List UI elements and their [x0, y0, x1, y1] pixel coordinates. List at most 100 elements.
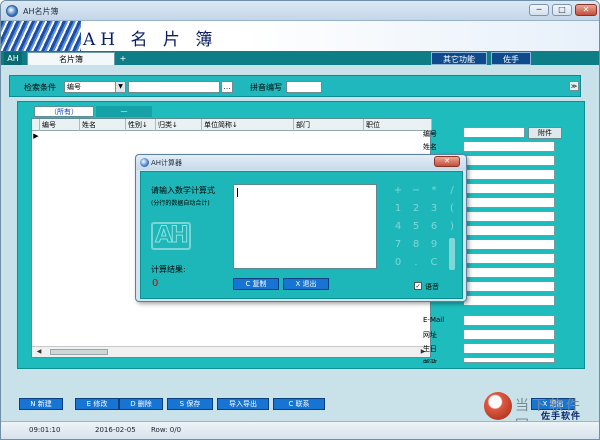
add-tab-button[interactable]: +	[117, 52, 129, 65]
status-date: 2016-02-05	[95, 426, 136, 434]
watermark-logo-icon	[484, 392, 512, 420]
detail-input[interactable]	[463, 281, 555, 292]
tab-cardbook[interactable]: 名片簿	[27, 52, 115, 65]
key-minus[interactable]: −	[407, 184, 425, 198]
key-6[interactable]: 6	[425, 220, 443, 234]
detail-input[interactable]	[463, 183, 555, 194]
search-browse-button[interactable]: …	[221, 81, 233, 93]
tab-other[interactable]: —	[96, 106, 152, 117]
voice-checkbox[interactable]: ✓	[414, 282, 422, 290]
search-field-value: 编号	[67, 83, 81, 91]
field-label-postcode: 邮政	[423, 359, 437, 363]
expand-chevron-icon[interactable]: ≫	[569, 81, 579, 91]
key-close-paren[interactable]: )	[443, 220, 461, 234]
number-input[interactable]	[463, 127, 525, 138]
calculator-prompt: 请输入数学计算式	[151, 186, 215, 195]
column-header[interactable]: 归类↓	[156, 119, 202, 131]
key-equals[interactable]	[449, 238, 455, 270]
postcode-input[interactable]	[463, 357, 555, 363]
row-indicator-icon: ▶	[33, 132, 39, 140]
detail-input[interactable]	[463, 253, 555, 264]
key-3[interactable]: 3	[425, 202, 443, 216]
key-open-paren[interactable]: (	[443, 202, 461, 216]
tab-all[interactable]: （所有）	[34, 106, 94, 117]
key-clear[interactable]: C	[425, 256, 443, 270]
close-button[interactable]: ✕	[575, 4, 597, 16]
detail-input[interactable]	[463, 197, 555, 208]
website-input[interactable]	[463, 329, 555, 340]
key-2[interactable]: 2	[407, 202, 425, 216]
search-field-select[interactable]: 编号 ▼	[64, 81, 126, 93]
calculator-note: (分行的数据自动合计)	[151, 200, 210, 207]
other-functions-button[interactable]: 其它功能	[431, 52, 487, 65]
key-1[interactable]: 1	[389, 202, 407, 216]
column-header[interactable]: 部门	[294, 119, 364, 131]
copy-button[interactable]: C 复制	[233, 278, 279, 290]
expression-input[interactable]	[233, 184, 377, 269]
detail-input[interactable]	[463, 225, 555, 236]
scroll-left-icon[interactable]: ◀	[34, 348, 44, 356]
app-icon	[6, 5, 18, 17]
contact-button[interactable]: C 联系	[273, 398, 325, 410]
dialog-close-button[interactable]: ✕	[434, 156, 460, 167]
save-button[interactable]: S 保存	[167, 398, 213, 410]
key-7[interactable]: 7	[389, 238, 407, 252]
key-divide[interactable]: /	[443, 184, 461, 198]
detail-input[interactable]	[463, 155, 555, 166]
header-spacer	[32, 119, 40, 131]
key-9[interactable]: 9	[425, 238, 443, 252]
maximize-button[interactable]: □	[552, 4, 572, 16]
email-input[interactable]	[463, 315, 555, 326]
voice-toggle[interactable]: ✓ 语音	[414, 282, 439, 292]
search-input[interactable]	[128, 81, 220, 93]
attachment-button[interactable]: 附件	[528, 127, 562, 139]
detail-input[interactable]	[463, 267, 555, 278]
field-label-birthday: 生日	[423, 345, 437, 353]
keypad: + − * / 1 2 3 ( 4 5 6 ) 7 8 9 0 . C	[389, 184, 459, 272]
pinyin-input[interactable]	[286, 81, 322, 93]
key-0[interactable]: 0	[389, 256, 407, 270]
key-8[interactable]: 8	[407, 238, 425, 252]
name-input[interactable]	[463, 141, 555, 152]
column-header[interactable]: 编号	[40, 119, 80, 131]
column-header[interactable]: 单位简称↓	[202, 119, 294, 131]
detail-input[interactable]	[463, 169, 555, 180]
edit-button[interactable]: E 修改	[75, 398, 119, 410]
pinyin-label: 拼音编写	[250, 83, 282, 92]
title-bar: AH名片簿 ─ □ ✕	[1, 1, 599, 21]
detail-input[interactable]	[463, 211, 555, 222]
key-5[interactable]: 5	[407, 220, 425, 234]
detail-input[interactable]	[463, 239, 555, 250]
column-header[interactable]: 性别↓	[126, 119, 156, 131]
table-header: 编号 姓名 性别↓ 归类↓ 单位简称↓ 部门 职位	[32, 119, 432, 131]
key-dot[interactable]: .	[407, 256, 425, 270]
key-4[interactable]: 4	[389, 220, 407, 234]
chevron-down-icon[interactable]: ▼	[115, 82, 125, 92]
helper-button[interactable]: 佐手	[491, 52, 531, 65]
field-label-number: 编号	[423, 130, 437, 138]
key-multiply[interactable]: *	[425, 184, 443, 198]
column-header[interactable]: 姓名	[80, 119, 126, 131]
calculator-dialog: AH计算器 ✕ 请输入数学计算式 (分行的数据自动合计) AH 计算结果: 0 …	[135, 154, 467, 302]
birthday-input[interactable]	[463, 343, 555, 354]
dialog-title-bar: AH计算器 ✕	[136, 155, 466, 170]
new-button[interactable]: N 新建	[19, 398, 63, 410]
minimize-button[interactable]: ─	[529, 4, 549, 16]
delete-button[interactable]: D 删除	[119, 398, 163, 410]
column-header[interactable]: 职位	[364, 119, 432, 131]
key-plus[interactable]: +	[389, 184, 407, 198]
result-label: 计算结果:	[151, 265, 186, 274]
status-bar: 09:01:10 2016-02-05 Row: 0/0	[1, 421, 599, 439]
banner-decoration	[1, 21, 81, 51]
dialog-title: AH计算器	[151, 159, 183, 167]
dialog-exit-button[interactable]: X 退出	[283, 278, 329, 290]
scroll-thumb[interactable]	[50, 349, 108, 355]
tab-ah[interactable]: AH	[4, 52, 22, 65]
calculator-body: 请输入数学计算式 (分行的数据自动合计) AH 计算结果: 0 C 复制 X 退…	[140, 171, 463, 299]
detail-input[interactable]	[463, 295, 555, 306]
search-condition-label: 检索条件	[24, 83, 56, 92]
voice-label: 语音	[425, 283, 439, 291]
calculator-icon	[140, 158, 149, 167]
import-export-button[interactable]: 导入导出	[217, 398, 269, 410]
horizontal-scrollbar[interactable]: ◀ ▶	[32, 346, 430, 357]
